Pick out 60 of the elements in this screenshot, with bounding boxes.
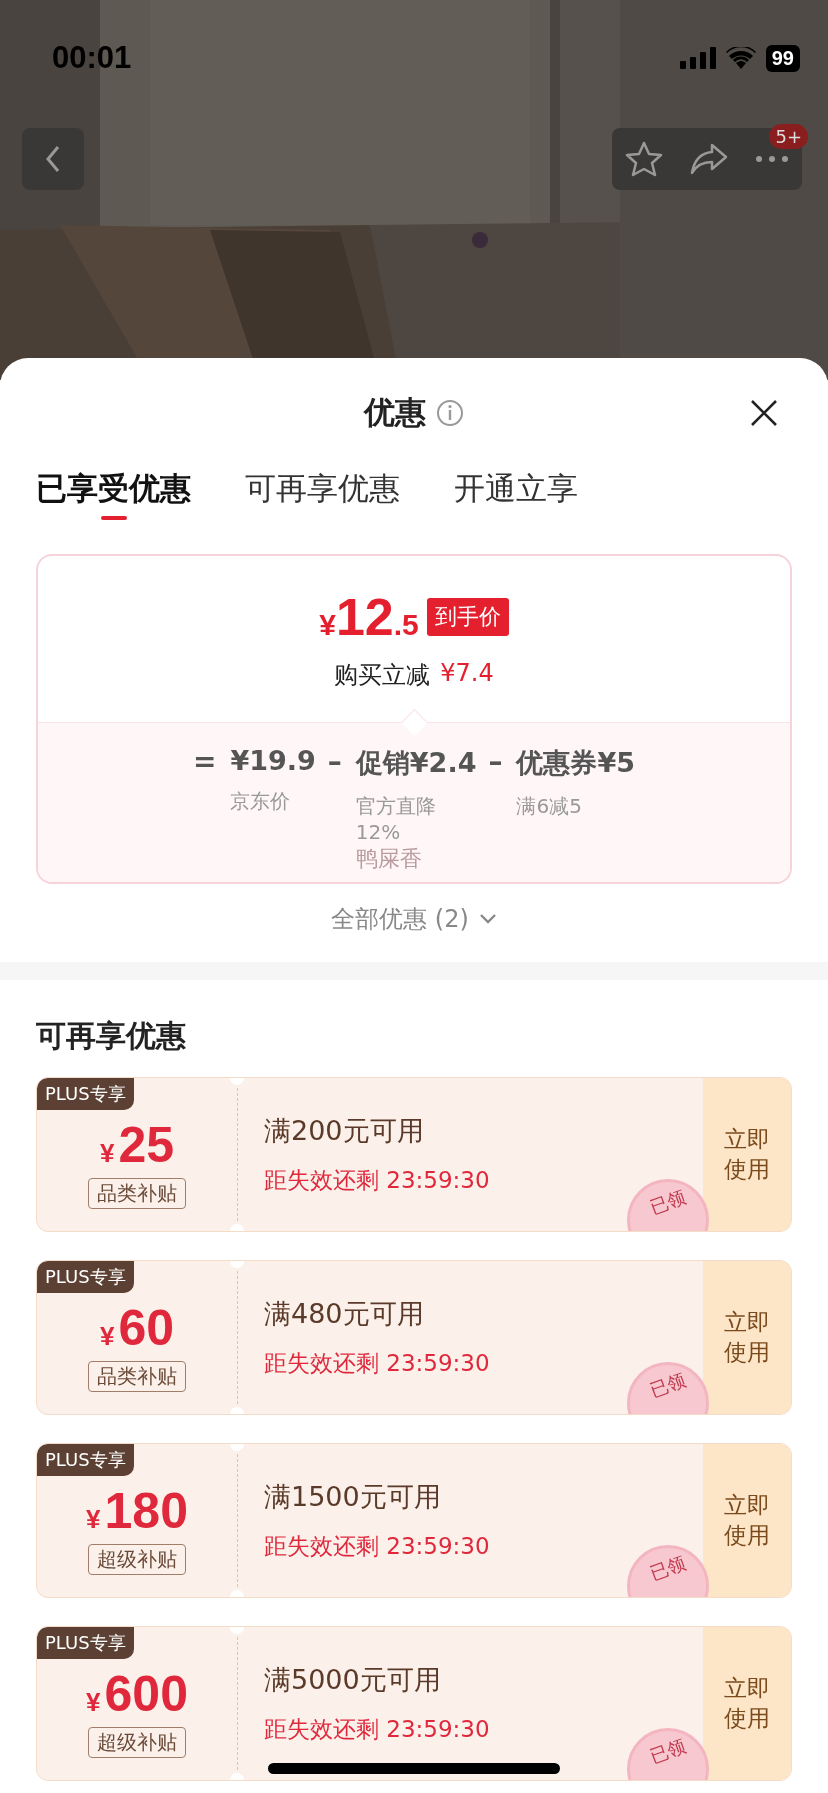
- coupon-countdown: 距失效还剩 23:59:30: [264, 1532, 491, 1561]
- operator-sign: –: [327, 745, 342, 780]
- breakdown-amount: ¥19.9: [230, 745, 316, 776]
- sheet-title: 优惠: [364, 393, 426, 432]
- coupon-tag: 品类补贴: [88, 1178, 186, 1209]
- price-tag: 到手价: [426, 598, 509, 636]
- operator-sign: =: [192, 745, 217, 780]
- info-icon[interactable]: [436, 399, 464, 427]
- signal-icon: [679, 47, 716, 69]
- breakdown-amount: 促销¥2.4: [355, 746, 477, 780]
- claimed-stamp: 已领: [627, 1362, 709, 1414]
- chevron-down-icon: [478, 913, 497, 925]
- coupon-value: ¥180: [86, 1482, 188, 1540]
- breakdown-label: 官方直降12%: [355, 793, 437, 844]
- coupon-condition: 满200元可用: [264, 1114, 425, 1148]
- use-now-button[interactable]: 立即使用: [703, 1627, 791, 1780]
- star-icon[interactable]: [625, 141, 664, 177]
- wifi-icon: [725, 47, 756, 69]
- use-now-button[interactable]: 立即使用: [703, 1261, 791, 1414]
- coupon-condition: 满5000元可用: [264, 1663, 442, 1697]
- breakdown-label: 京东价: [230, 788, 292, 815]
- saving-label: 购买立减: [334, 660, 431, 691]
- coupon-tag: 超级补贴: [88, 1727, 186, 1758]
- back-button[interactable]: [22, 128, 84, 190]
- notification-badge: 5+: [769, 124, 808, 149]
- coupon-tag: 超级补贴: [88, 1544, 186, 1575]
- coupon-condition: 满1500元可用: [264, 1480, 442, 1514]
- coupon-value: ¥60: [99, 1299, 175, 1357]
- plus-badge: PLUS专享: [37, 1444, 134, 1476]
- faded-note: 鸭屎香: [355, 845, 423, 873]
- claimed-stamp: 已领: [627, 1545, 709, 1597]
- plus-badge: PLUS专享: [37, 1078, 134, 1110]
- coupon-tag: 品类补贴: [88, 1361, 186, 1392]
- coupon-value: ¥25: [99, 1116, 175, 1174]
- breakdown-amount: 优惠券¥5: [516, 746, 636, 780]
- operator-sign: –: [488, 745, 503, 780]
- offer-tab[interactable]: 已享受优惠: [36, 468, 191, 520]
- saving-amount: ¥7.4: [440, 659, 494, 689]
- claimed-stamp: 已领: [627, 1179, 709, 1231]
- clock-time: 00:01: [52, 40, 132, 76]
- plus-badge: PLUS专享: [37, 1627, 134, 1659]
- more-icon[interactable]: [754, 155, 789, 163]
- coupon-value: ¥600: [86, 1665, 188, 1723]
- claimed-stamp: 已领: [627, 1728, 709, 1780]
- coupon-countdown: 距失效还剩 23:59:30: [264, 1166, 491, 1195]
- offer-tab[interactable]: 可再享优惠: [245, 468, 400, 520]
- offer-tab[interactable]: 开通立享: [454, 468, 578, 520]
- coupon-condition: 满480元可用: [264, 1297, 425, 1331]
- use-now-button[interactable]: 立即使用: [703, 1078, 791, 1231]
- back-icon: [45, 145, 61, 173]
- breakdown-label: 满6减5: [516, 793, 583, 820]
- section-title: 可再享优惠: [35, 1017, 187, 1055]
- final-price: ¥12.5: [319, 587, 419, 647]
- use-now-button[interactable]: 立即使用: [703, 1444, 791, 1597]
- close-icon[interactable]: [750, 399, 778, 427]
- all-offers-link[interactable]: 全部优惠 (2): [325, 902, 503, 936]
- coupon-countdown: 距失效还剩 23:59:30: [264, 1349, 491, 1378]
- plus-badge: PLUS专享: [37, 1261, 134, 1293]
- share-icon[interactable]: [690, 143, 728, 175]
- coupon-countdown: 距失效还剩 23:59:30: [264, 1715, 491, 1744]
